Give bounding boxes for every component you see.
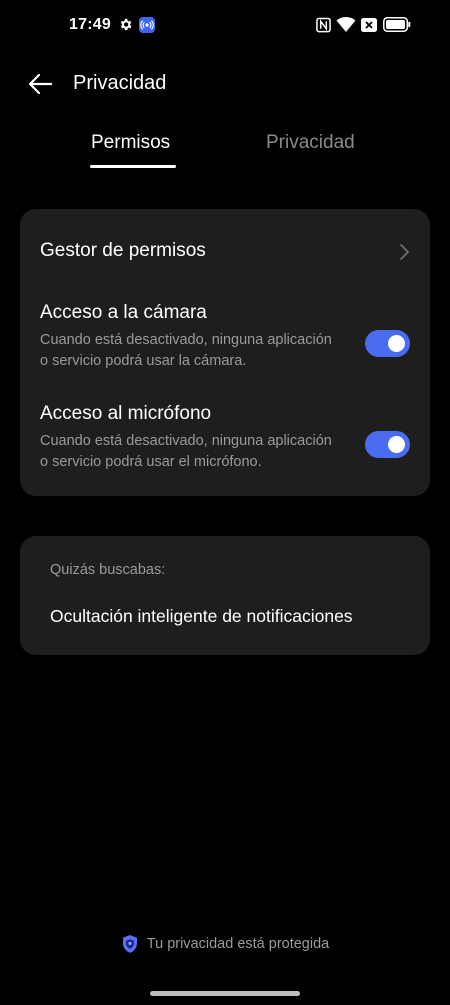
camera-access-title: Acceso a la cámara: [40, 302, 207, 323]
arrow-left-icon: [28, 73, 53, 95]
tab-permisos[interactable]: Permisos: [91, 132, 170, 154]
permission-manager-row[interactable]: Gestor de permisos: [20, 209, 430, 295]
sim-off-icon: [361, 18, 377, 32]
camera-access-toggle[interactable]: [365, 330, 410, 357]
back-button[interactable]: [26, 70, 54, 98]
camera-access-description: Cuando está desactivado, ninguna aplicac…: [40, 330, 360, 372]
wifi-icon: [336, 16, 356, 32]
microphone-access-toggle[interactable]: [365, 431, 410, 458]
chevron-right-icon: [400, 244, 409, 260]
active-tab-indicator: [90, 165, 176, 168]
smart-notification-hiding-link[interactable]: Ocultación inteligente de notificaciones: [50, 606, 353, 627]
camera-desc-line1: Cuando está desactivado, ninguna aplicac…: [40, 332, 332, 348]
privacy-screen: 17:49 Privacidad Permisos Privacidad Ges…: [0, 0, 450, 1005]
home-indicator[interactable]: [150, 991, 300, 996]
battery-icon: [383, 17, 411, 32]
status-bar: 17:49: [0, 0, 450, 52]
gear-icon: [120, 18, 132, 31]
privacy-footer-text: Tu privacidad está protegida: [146, 936, 330, 952]
microphone-desc-line1: Cuando está desactivado, ninguna aplicac…: [40, 433, 332, 449]
microphone-access-title: Acceso al micrófono: [40, 403, 212, 424]
tab-privacidad[interactable]: Privacidad: [266, 132, 355, 154]
toggle-knob: [388, 436, 405, 453]
permission-manager-label: Gestor de permisos: [40, 240, 206, 261]
camera-desc-line2: o servicio podrá usar la cámara.: [40, 353, 247, 369]
camera-access-row: Acceso a la cámara Cuando está desactiva…: [20, 295, 430, 390]
microphone-access-row: Acceso al micrófono Cuando está desactiv…: [20, 396, 430, 491]
toggle-knob: [388, 335, 405, 352]
shield-icon: [122, 935, 137, 953]
cast-icon: [139, 17, 155, 33]
suggestions-label: Quizás buscabas:: [50, 562, 166, 578]
microphone-access-description: Cuando está desactivado, ninguna aplicac…: [40, 431, 360, 473]
page-title: Privacidad: [73, 72, 167, 94]
microphone-desc-line2: o servicio podrá usar el micrófono.: [40, 454, 262, 470]
privacy-footer: Tu privacidad está protegida: [0, 932, 450, 956]
permissions-card: Gestor de permisos Acceso a la cámara Cu…: [20, 209, 430, 496]
suggestions-card: Quizás buscabas: Ocultación inteligente …: [20, 536, 430, 655]
status-time: 17:49: [69, 16, 111, 33]
nfc-icon: [316, 17, 331, 33]
